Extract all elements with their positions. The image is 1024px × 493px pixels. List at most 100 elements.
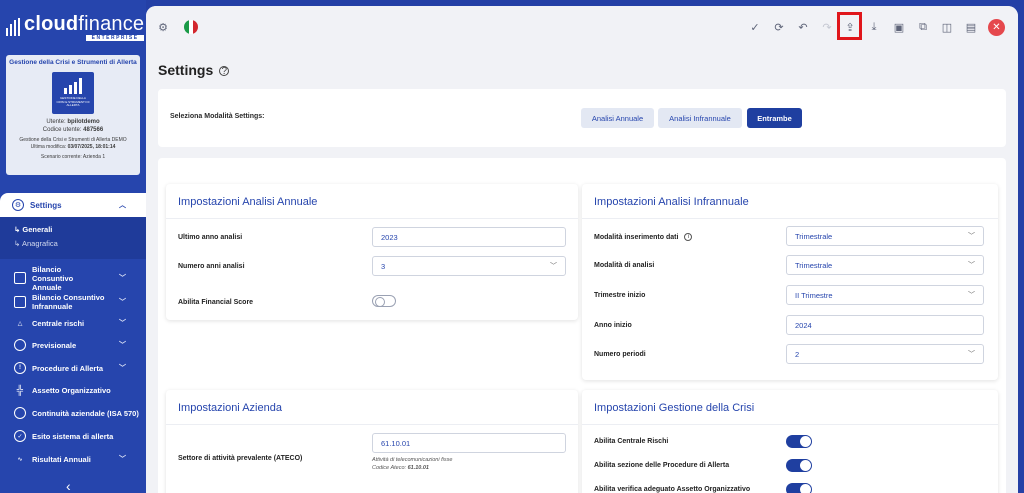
main-panel: ⚙ ✓ ⟳ ↶ ↷ ⇪ ⤓ ▣ ⧉ ◫ ▤ ✕ Settings? Selezi… xyxy=(146,6,1018,493)
periods-label: Numero periodi xyxy=(594,351,646,358)
module-logo-caption: GESTIONE DELLA CRISI E STRUMENTI DI ALLE… xyxy=(56,96,90,108)
settings-subnav: ↳ Generali ↳ Anagrafica xyxy=(0,217,146,259)
chevron-down-icon: ﹀ xyxy=(968,262,975,269)
ateco-input[interactable]: 61.10.01 xyxy=(372,433,566,453)
sidebar: cloudfinance ENTERPRISE Gestione della C… xyxy=(0,0,146,493)
sidebar-item-assetto-organizzativo[interactable]: ╬ Assetto Organizzativo xyxy=(0,383,146,397)
cloudfinance-logo[interactable]: cloudfinance ENTERPRISE xyxy=(6,10,145,44)
interim-settings-section: Impostazioni Analisi Infrannuale Modalit… xyxy=(582,184,998,380)
sidebar-item-continuita-aziendale[interactable]: Continuità aziendale (ISA 570) xyxy=(0,406,146,420)
document-icon xyxy=(14,272,26,284)
centrale-rischi-toggle[interactable] xyxy=(786,435,812,448)
ateco-label: Settore di attività prevalente (ATECO) xyxy=(178,455,303,462)
org-chart-icon: ╬ xyxy=(16,385,24,395)
module-title: Gestione della Crisi e Strumenti di Alle… xyxy=(9,59,137,66)
chevron-down-icon: ﹀ xyxy=(119,365,126,372)
top-toolbar: ⚙ ✓ ⟳ ↶ ↷ ⇪ ⤓ ▣ ⧉ ◫ ▤ ✕ xyxy=(146,6,1018,52)
crisis-section-title: Impostazioni Gestione della Crisi xyxy=(594,402,755,414)
logo-edition: ENTERPRISE xyxy=(86,34,145,41)
module-logo: GESTIONE DELLA CRISI E STRUMENTI DI ALLE… xyxy=(52,72,94,114)
redo-icon[interactable]: ↷ xyxy=(820,20,834,34)
sidebar-item-settings[interactable]: ⚙ Settings ︿ xyxy=(0,193,146,217)
sidebar-item-bilancio-annuale[interactable]: Bilancio Consuntivo Annuale ﹀ xyxy=(0,265,146,292)
sidebar-item-esito-allerta[interactable]: ✓ Esito sistema di allerta xyxy=(0,429,146,443)
settings-content: Impostazioni Analisi Annuale Ultimo anno… xyxy=(158,158,1006,493)
start-quarter-select[interactable]: II Trimestre ﹀ xyxy=(786,285,984,305)
page-title: Settings? xyxy=(158,62,230,78)
logo-text-bold: cloud xyxy=(24,12,79,35)
annual-section-title: Impostazioni Analisi Annuale xyxy=(178,196,318,208)
database-icon xyxy=(14,407,26,419)
chevron-down-icon: ﹀ xyxy=(119,456,126,463)
sidebar-item-risultati-annuali[interactable]: ∿ Risultati Annuali ﹀ xyxy=(0,452,146,466)
procedure-allerta-toggle[interactable] xyxy=(786,459,812,472)
num-years-select[interactable]: 3 ﹀ xyxy=(372,256,566,276)
copy-icon[interactable]: ⧉ xyxy=(916,20,930,34)
chevron-down-icon: ﹀ xyxy=(119,342,126,349)
italy-flag-icon[interactable] xyxy=(184,20,198,34)
start-year-input[interactable]: 2024 xyxy=(786,315,984,335)
ateco-hint: Attività di telecomunicazioni fisse Codi… xyxy=(372,457,453,471)
assetto-label: Abilita verifica adeguato Assetto Organi… xyxy=(594,486,751,493)
document-icon xyxy=(14,296,26,308)
interim-section-title: Impostazioni Analisi Infrannuale xyxy=(594,196,749,208)
warning-icon: △ xyxy=(17,320,23,327)
analysis-mode-label: Modalità di analisi xyxy=(594,262,655,269)
company-section-title: Impostazioni Azienda xyxy=(178,402,282,414)
help-icon[interactable]: ? xyxy=(219,66,230,77)
analysis-mode-select[interactable]: Trimestrale ﹀ xyxy=(786,255,984,275)
mode-interim-button[interactable]: Analisi Infrannuale xyxy=(658,108,742,128)
check-icon[interactable]: ✓ xyxy=(748,20,762,34)
user-card: Gestione della Crisi e Strumenti di Alle… xyxy=(6,55,140,175)
layout-icon[interactable]: ▤ xyxy=(964,20,978,34)
stopwatch-icon xyxy=(14,339,26,351)
input-mode-select[interactable]: Trimestrale ﹀ xyxy=(786,226,984,246)
last-year-label: Ultimo anno analisi xyxy=(178,234,243,241)
pulse-icon: ∿ xyxy=(17,456,23,463)
refresh-icon[interactable]: ⟳ xyxy=(772,20,786,34)
chevron-down-icon: ﹀ xyxy=(968,351,975,358)
undo-icon[interactable]: ↶ xyxy=(796,20,810,34)
mode-selector-card: Seleziona Modalità Settings: Analisi Ann… xyxy=(158,89,1006,147)
chevron-down-icon: ﹀ xyxy=(968,233,975,240)
download-icon[interactable]: ⤓ xyxy=(867,20,881,34)
settings-cog-icon[interactable]: ⚙ xyxy=(156,20,170,34)
assetto-toggle[interactable] xyxy=(786,483,812,493)
upload-highlight-box xyxy=(837,12,862,40)
chevron-down-icon: ﹀ xyxy=(119,275,126,282)
chevron-down-icon: ﹀ xyxy=(968,292,975,299)
info-icon[interactable]: i xyxy=(684,233,693,241)
procedure-allerta-label: Abilita sezione delle Procedure di Aller… xyxy=(594,462,730,469)
mode-label: Seleziona Modalità Settings: xyxy=(170,113,265,120)
collapse-sidebar-icon[interactable]: ‹ xyxy=(66,478,71,493)
sidebar-item-procedure-allerta[interactable]: ! Procedure di Allerta ﹀ xyxy=(0,361,146,375)
bar-chart-icon xyxy=(64,78,82,95)
sidebar-item-centrale-rischi[interactable]: △ Centrale rischi ﹀ xyxy=(0,316,146,330)
sidebar-subitem-generali[interactable]: ↳ Generali xyxy=(0,223,146,237)
gear-icon: ⚙ xyxy=(12,199,24,211)
sidebar-item-previsionale[interactable]: Previsionale ﹀ xyxy=(0,338,146,352)
close-icon[interactable]: ✕ xyxy=(988,19,1005,36)
user-name: Utente: bpilotdemo xyxy=(46,119,100,125)
sidebar-subitem-anagrafica[interactable]: ↳ Anagrafica xyxy=(0,237,146,251)
centrale-rischi-label: Abilita Centrale Rischi xyxy=(594,438,669,445)
mode-both-button[interactable]: Entrambe xyxy=(747,108,802,128)
chevron-down-icon: ﹀ xyxy=(119,299,126,306)
mode-annual-button[interactable]: Analisi Annuale xyxy=(581,108,654,128)
last-year-input[interactable]: 2023 xyxy=(372,227,566,247)
current-scenario: Scenario corrente: Azienda 1 xyxy=(40,154,106,160)
company-settings-section: Impostazioni Azienda Settore di attività… xyxy=(166,390,578,493)
crisis-settings-section: Impostazioni Gestione della Crisi Abilit… xyxy=(582,390,998,493)
sidebar-item-bilancio-infrannuale[interactable]: Bilancio Consuntivo Infrannuale ﹀ xyxy=(0,292,146,312)
financial-score-toggle[interactable] xyxy=(372,295,396,307)
user-code: Codice utente: 487566 xyxy=(42,127,104,133)
logo-bars-icon xyxy=(6,18,20,36)
annual-settings-section: Impostazioni Analisi Annuale Ultimo anno… xyxy=(166,184,578,320)
alert-circle-icon: ! xyxy=(14,362,26,374)
save-icon[interactable]: ▣ xyxy=(892,20,906,34)
split-view-icon[interactable]: ◫ xyxy=(940,20,954,34)
last-modified: Ultima modifica: 03/07/2025, 18:01:14 xyxy=(30,143,116,150)
chevron-down-icon: ﹀ xyxy=(119,320,126,327)
check-circle-icon: ✓ xyxy=(14,430,26,442)
periods-select[interactable]: 2 ﹀ xyxy=(786,344,984,364)
